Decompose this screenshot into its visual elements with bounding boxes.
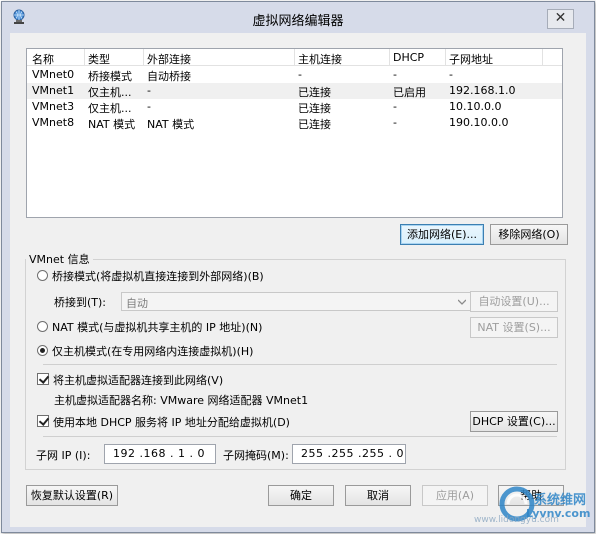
vmnet-info-title: VMnet 信息	[26, 251, 93, 267]
cell-subnet: -	[449, 68, 453, 81]
bridged-to-value: 自动	[126, 297, 148, 310]
help-button[interactable]: 帮助	[498, 485, 564, 506]
virtual-network-editor-window: 虚拟网络编辑器 ✕ 名称 类型 外部连接 主机连接 DHCP 子网地址 VMne…	[1, 1, 595, 533]
cell-name: VMnet3	[32, 100, 75, 113]
cell-subnet: 192.168.1.0	[449, 84, 516, 97]
use-dhcp-label[interactable]: 使用本地 DHCP 服务将 IP 地址分配给虚拟机(D)	[53, 414, 290, 430]
cell-host: 已连接	[298, 102, 331, 115]
cell-host: 已连接	[298, 118, 331, 131]
bridged-to-select[interactable]: 自动	[121, 292, 471, 311]
column-header-host[interactable]: 主机连接	[298, 51, 342, 67]
cell-dhcp: -	[393, 116, 397, 129]
cell-external: -	[147, 84, 151, 97]
table-row[interactable]: VMnet0 桥接模式 自动桥接 - - -	[27, 67, 562, 83]
bridged-mode-radio[interactable]	[37, 270, 48, 281]
cancel-button[interactable]: 取消	[345, 485, 411, 506]
remove-network-button[interactable]: 移除网络(O)	[490, 224, 568, 245]
cell-name: VMnet8	[32, 116, 75, 129]
cell-external: 自动桥接	[147, 70, 191, 83]
cell-subnet: 10.10.0.0	[449, 100, 502, 113]
restore-defaults-button[interactable]: 恢复默认设置(R)	[26, 485, 118, 506]
cell-dhcp: -	[393, 68, 397, 81]
cell-name: VMnet1	[32, 84, 75, 97]
column-header-external[interactable]: 外部连接	[147, 51, 191, 67]
divider	[43, 364, 557, 365]
cell-external: -	[147, 100, 151, 113]
connect-host-adapter-checkbox[interactable]	[37, 373, 49, 385]
table-row[interactable]: VMnet1 仅主机... - 已连接 已启用 192.168.1.0	[27, 83, 562, 99]
dialog-body: 名称 类型 外部连接 主机连接 DHCP 子网地址 VMnet0 桥接模式 自动…	[10, 33, 586, 527]
cell-dhcp: -	[393, 100, 397, 113]
host-only-mode-label[interactable]: 仅主机模式(在专用网络内连接虚拟机)(H)	[52, 343, 253, 359]
nat-settings-button[interactable]: NAT 设置(S)...	[470, 317, 558, 338]
window-title: 虚拟网络编辑器	[252, 14, 344, 29]
auto-settings-button[interactable]: 自动设置(U)...	[470, 291, 558, 312]
dhcp-settings-button[interactable]: DHCP 设置(C)...	[470, 411, 558, 432]
subnet-mask-input[interactable]: 255 .255 .255 . 0	[292, 444, 406, 464]
cell-type: 仅主机...	[88, 102, 132, 115]
nat-mode-radio[interactable]	[37, 321, 48, 332]
bridged-to-label: 桥接到(T):	[54, 296, 107, 309]
cell-name: VMnet0	[32, 68, 75, 81]
adapter-name-text: 主机虚拟适配器名称: VMware 网络适配器 VMnet1	[54, 394, 309, 407]
column-header-subnet[interactable]: 子网地址	[449, 51, 493, 67]
bridged-mode-label[interactable]: 桥接模式(将虚拟机直接连接到外部网络)(B)	[52, 268, 264, 284]
list-header: 名称 类型 外部连接 主机连接 DHCP 子网地址	[27, 49, 562, 66]
cell-subnet: 190.10.0.0	[449, 116, 509, 129]
nat-mode-label[interactable]: NAT 模式(与虚拟机共享主机的 IP 地址)(N)	[52, 319, 262, 335]
add-network-button[interactable]: 添加网络(E)...	[400, 224, 484, 245]
table-row[interactable]: VMnet3 仅主机... - 已连接 - 10.10.0.0	[27, 99, 562, 115]
chevron-down-icon	[458, 299, 466, 305]
column-header-dhcp[interactable]: DHCP	[393, 51, 424, 64]
divider	[43, 436, 557, 437]
network-list[interactable]: 名称 类型 外部连接 主机连接 DHCP 子网地址 VMnet0 桥接模式 自动…	[26, 48, 563, 218]
host-only-mode-radio[interactable]	[37, 345, 48, 356]
connect-host-adapter-label[interactable]: 将主机虚拟适配器连接到此网络(V)	[53, 372, 223, 388]
use-dhcp-checkbox[interactable]	[37, 415, 49, 427]
close-button[interactable]: ✕	[547, 9, 574, 29]
ok-button[interactable]: 确定	[268, 485, 334, 506]
table-row[interactable]: VMnet8 NAT 模式 NAT 模式 已连接 - 190.10.0.0	[27, 115, 562, 131]
subnet-ip-label: 子网 IP (I):	[36, 449, 91, 462]
column-header-type[interactable]: 类型	[88, 51, 110, 67]
cell-type: 桥接模式	[88, 70, 132, 83]
cell-host: -	[298, 68, 302, 81]
cell-type: 仅主机...	[88, 86, 132, 99]
close-icon: ✕	[554, 10, 567, 26]
subnet-ip-input[interactable]: 192 .168 . 1 . 0	[104, 444, 216, 464]
cell-dhcp: 已启用	[393, 86, 426, 99]
subnet-mask-label: 子网掩码(M):	[223, 449, 289, 462]
column-header-name[interactable]: 名称	[32, 51, 54, 67]
title-bar[interactable]: 虚拟网络编辑器 ✕	[2, 2, 594, 32]
cell-type: NAT 模式	[88, 118, 136, 131]
cell-host: 已连接	[298, 86, 331, 99]
apply-button[interactable]: 应用(A)	[422, 485, 488, 506]
cell-external: NAT 模式	[147, 118, 195, 131]
